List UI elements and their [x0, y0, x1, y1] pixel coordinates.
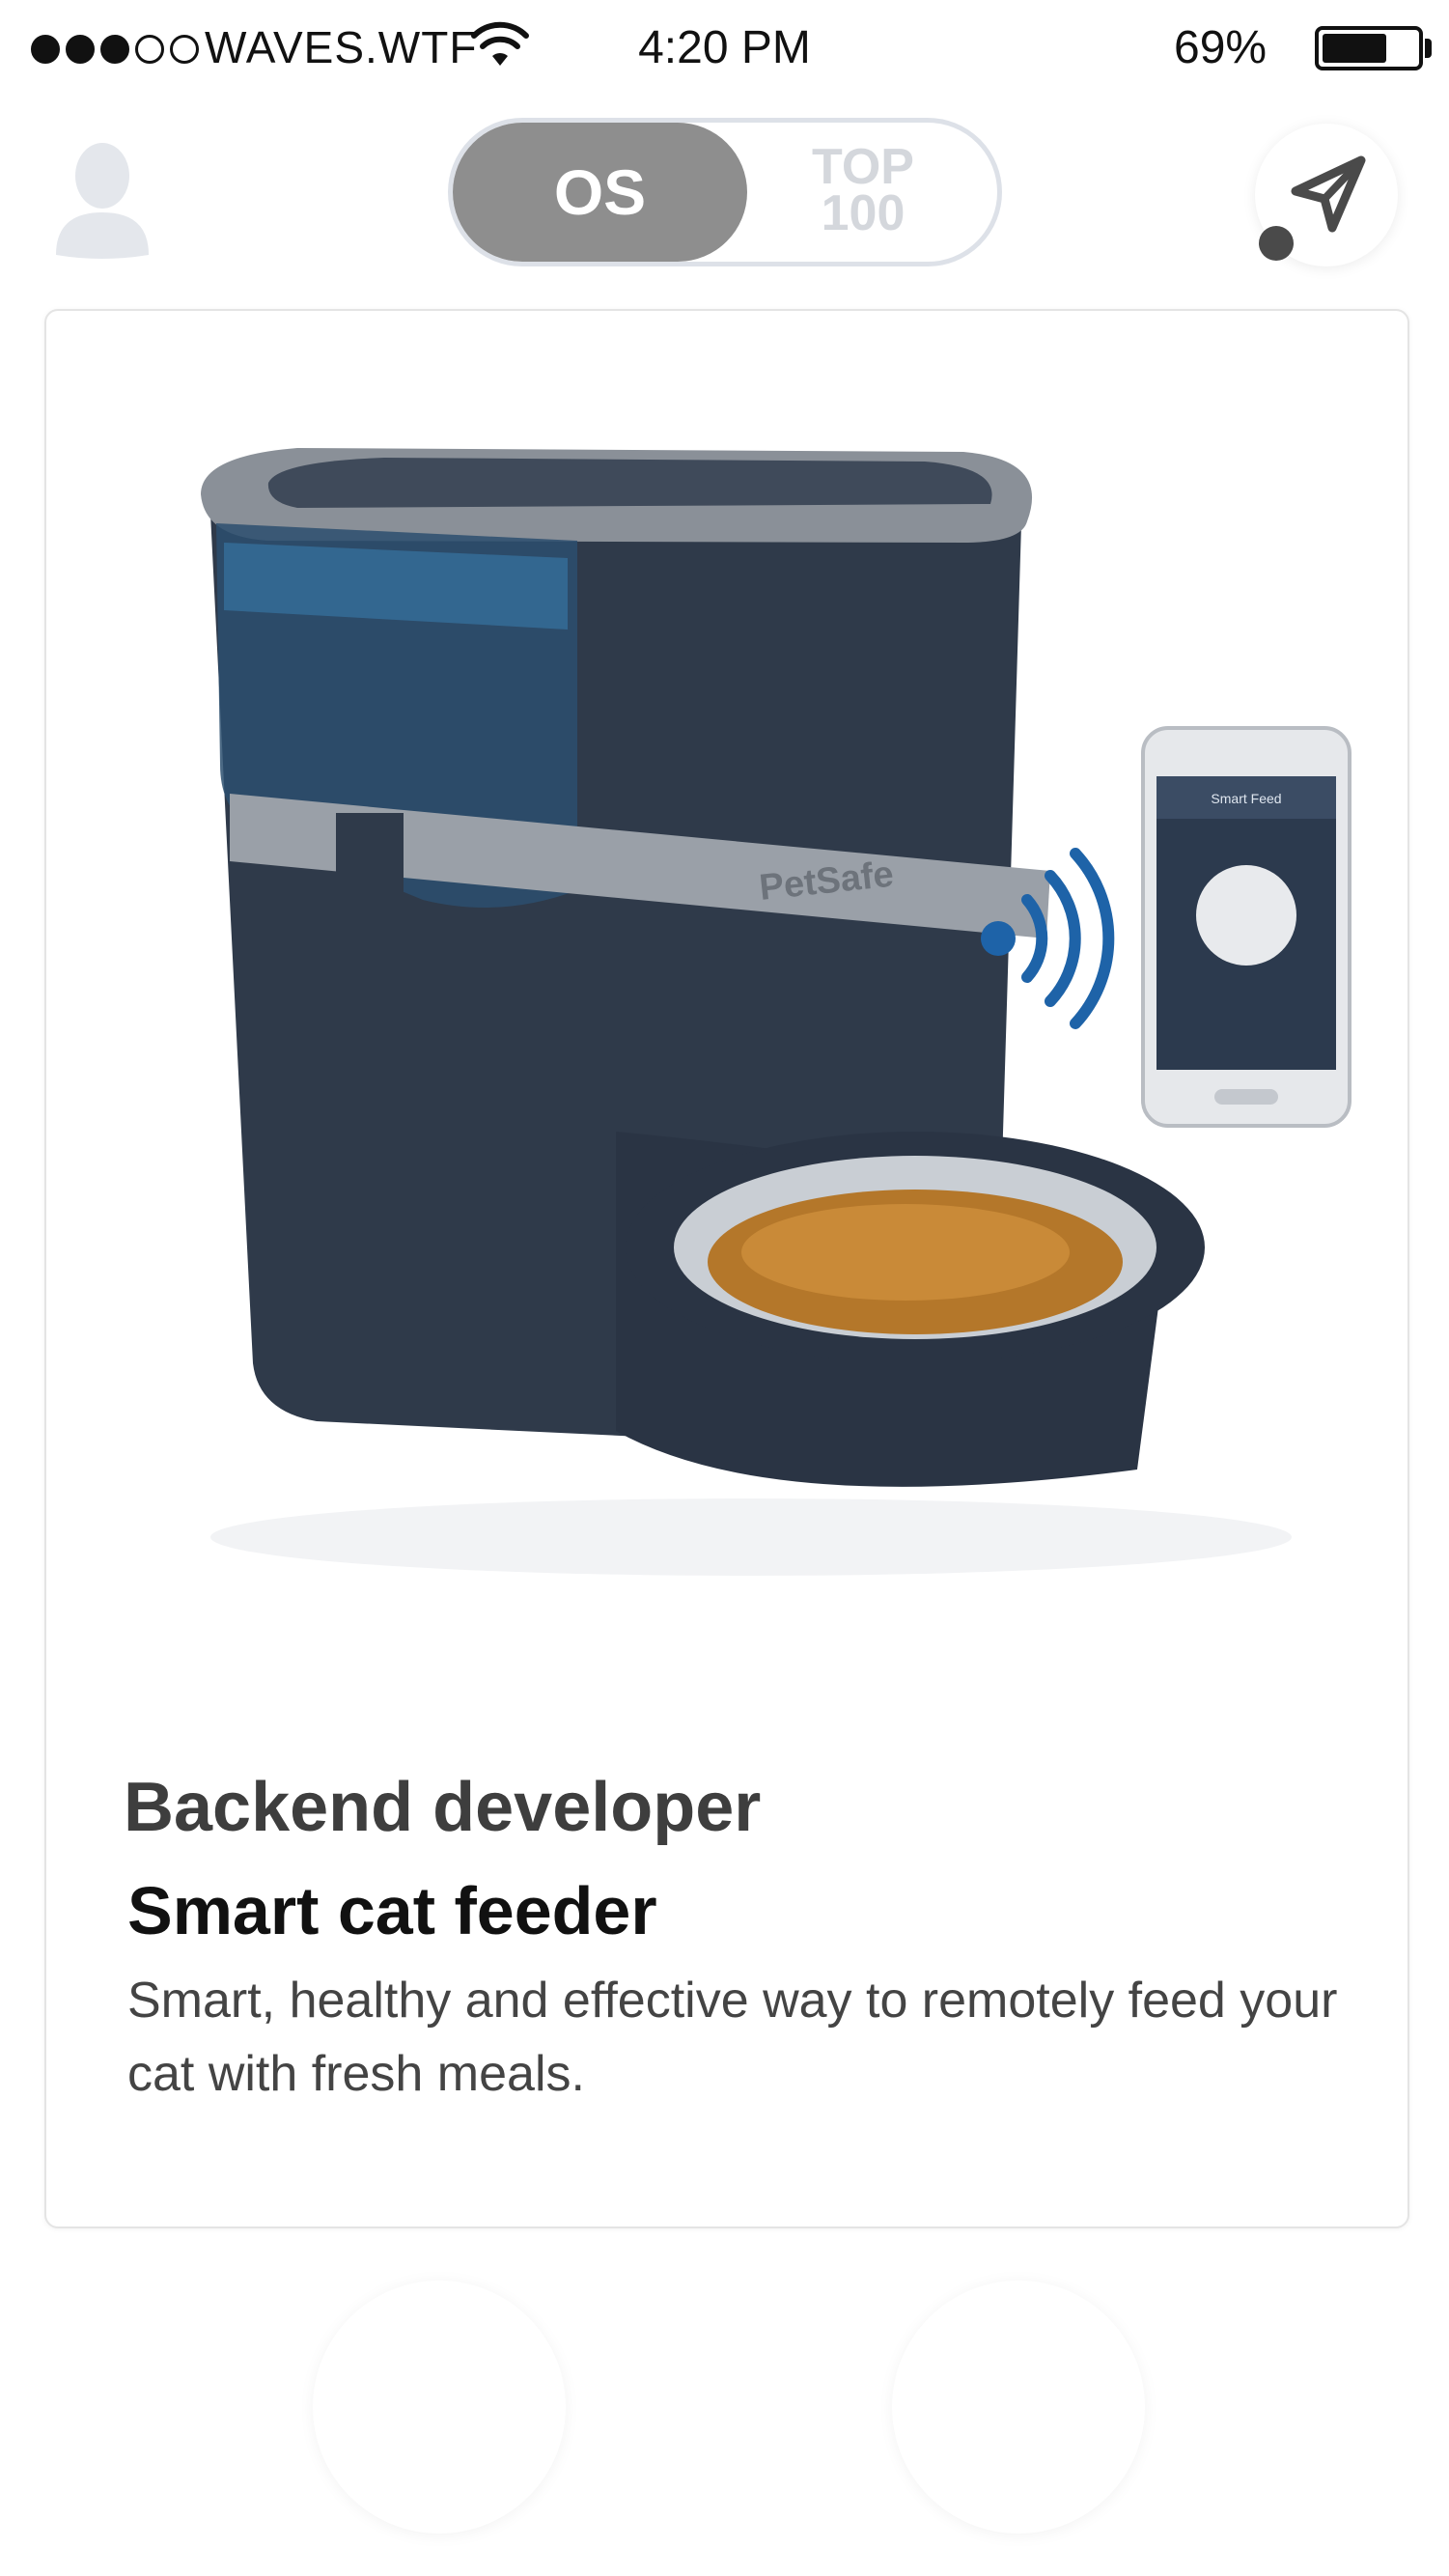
feed-toggle[interactable]: OS TOP 100 [448, 118, 1002, 266]
notification-dot [1259, 226, 1294, 261]
battery-nub [1425, 39, 1432, 58]
status-bar: WAVES.WTF 4:20 PM 69% [0, 0, 1449, 95]
tab-top-100[interactable]: TOP 100 [791, 139, 935, 241]
dislike-button[interactable] [313, 2281, 566, 2534]
product-image: PetSafe Smart Feed [201, 448, 1351, 1576]
tab-os-label: OS [553, 156, 647, 228]
profile-icon[interactable] [52, 135, 153, 259]
card-description: Smart, healthy and effective way to remo… [127, 1973, 1338, 2102]
battery-icon [1315, 26, 1423, 70]
like-button[interactable] [892, 2281, 1145, 2534]
project-card[interactable]: PetSafe Smart Feed Backend developer Sma… [44, 309, 1409, 2228]
tab-top-label-line1: TOP [812, 139, 914, 195]
card-subtitle: Smart cat feeder [127, 1873, 657, 1948]
tab-top-label-line2: 100 [821, 185, 906, 241]
card-title: Backend developer [124, 1769, 762, 1846]
phone-screen-title: Smart Feed [1211, 791, 1281, 806]
tab-os[interactable]: OS [453, 123, 747, 262]
battery-percent: 69% [1174, 22, 1268, 73]
